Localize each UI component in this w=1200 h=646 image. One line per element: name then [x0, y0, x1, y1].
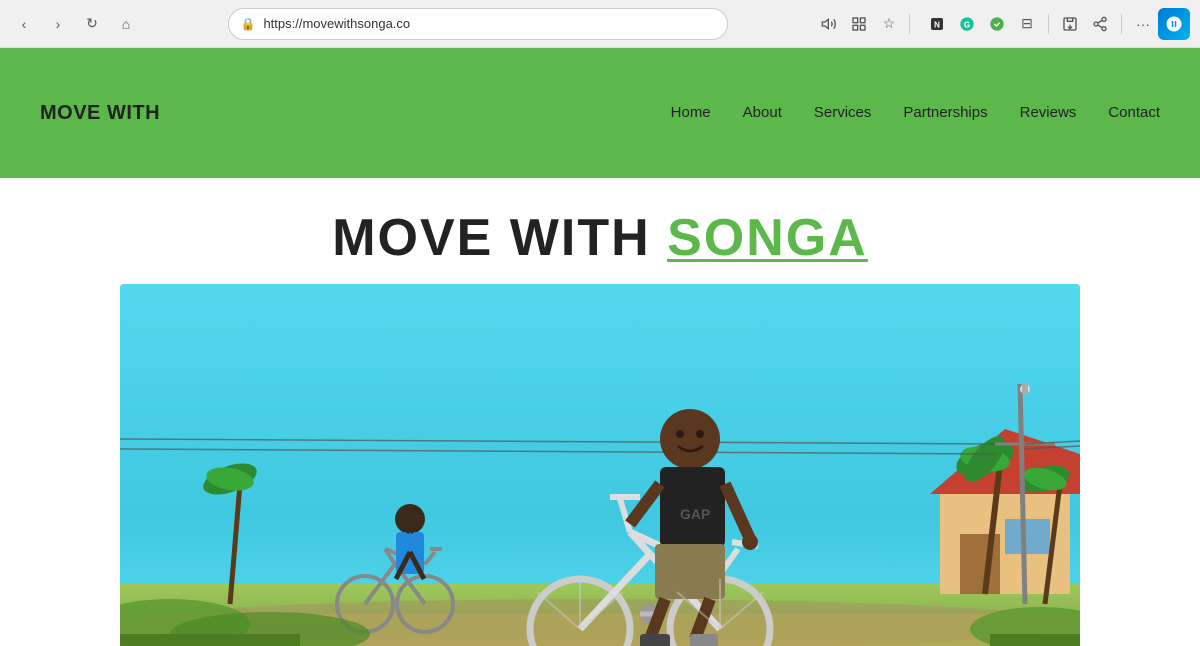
nav-item-home[interactable]: Home	[671, 104, 711, 122]
nav-item-partnerships[interactable]: Partnerships	[903, 104, 987, 122]
nav-link-services[interactable]: Services	[814, 104, 872, 121]
site-logo: MOVE WITH SONGA	[40, 102, 242, 125]
split-tab-button[interactable]: ⊟	[1014, 11, 1040, 37]
save-page-button[interactable]	[1057, 11, 1083, 37]
divider	[909, 14, 910, 34]
more-button[interactable]: ···	[1130, 11, 1156, 37]
copilot-button[interactable]	[1158, 8, 1190, 40]
toolbar-right: ☆ N G	[815, 8, 1190, 40]
extensions-group: N G ⊟	[924, 11, 1156, 37]
divider2	[1048, 14, 1049, 34]
read-aloud-button[interactable]	[815, 10, 843, 38]
hero-image: GAP	[120, 284, 1080, 646]
logo-move: MOVE WITH	[40, 102, 166, 124]
svg-text:GAP: GAP	[680, 506, 710, 522]
grammarly-ext-button[interactable]: G	[954, 11, 980, 37]
hero-title-accent: SONGA	[667, 209, 868, 267]
hero-section: MOVE WITH SONGA	[0, 178, 1200, 646]
nav-link-home[interactable]: Home	[671, 104, 711, 121]
home-button[interactable]: ⌂	[112, 10, 140, 38]
share-button[interactable]	[1087, 11, 1113, 37]
svg-text:G: G	[964, 20, 970, 29]
nav-link-reviews[interactable]: Reviews	[1020, 104, 1077, 121]
nav-link-about[interactable]: About	[743, 104, 782, 121]
divider3	[1121, 14, 1122, 34]
ext3-button[interactable]	[984, 11, 1010, 37]
hero-title: MOVE WITH SONGA	[332, 208, 868, 268]
lock-icon: 🔒	[241, 17, 256, 31]
address-wrapper: 🔒 https://movewithsonga.co	[148, 8, 807, 40]
nav-menu: Home About Services Partnerships Reviews…	[671, 104, 1160, 122]
website-content: MOVE WITH SONGA Home About Services Part…	[0, 48, 1200, 646]
nav-item-about[interactable]: About	[743, 104, 782, 122]
browser-chrome: ‹ › ↻ ⌂ 🔒 https://movewithsonga.co	[0, 0, 1200, 48]
immersive-reader-button[interactable]	[845, 10, 873, 38]
nav-link-partnerships[interactable]: Partnerships	[903, 104, 987, 121]
nav-link-contact[interactable]: Contact	[1108, 104, 1160, 121]
forward-button[interactable]: ›	[44, 10, 72, 38]
hero-illustration: GAP	[120, 284, 1080, 646]
browser-toolbar: ‹ › ↻ ⌂ 🔒 https://movewithsonga.co	[0, 0, 1200, 48]
url-text: https://movewithsonga.co	[263, 16, 714, 31]
back-button[interactable]: ‹	[10, 10, 38, 38]
nav-item-contact[interactable]: Contact	[1108, 104, 1160, 122]
nav-item-services[interactable]: Services	[814, 104, 872, 122]
hero-title-normal: MOVE WITH	[332, 209, 667, 267]
notion-ext-button[interactable]: N	[924, 11, 950, 37]
svg-text:N: N	[934, 20, 940, 29]
browser-nav-group: ‹ › ↻ ⌂	[10, 10, 140, 38]
address-bar[interactable]: 🔒 https://movewithsonga.co	[228, 8, 728, 40]
refresh-button[interactable]: ↻	[78, 10, 106, 38]
nav-item-reviews[interactable]: Reviews	[1020, 104, 1077, 122]
logo-songa: SONGA	[166, 102, 242, 124]
site-navigation: MOVE WITH SONGA Home About Services Part…	[0, 48, 1200, 178]
favorites-button[interactable]: ☆	[875, 10, 903, 38]
